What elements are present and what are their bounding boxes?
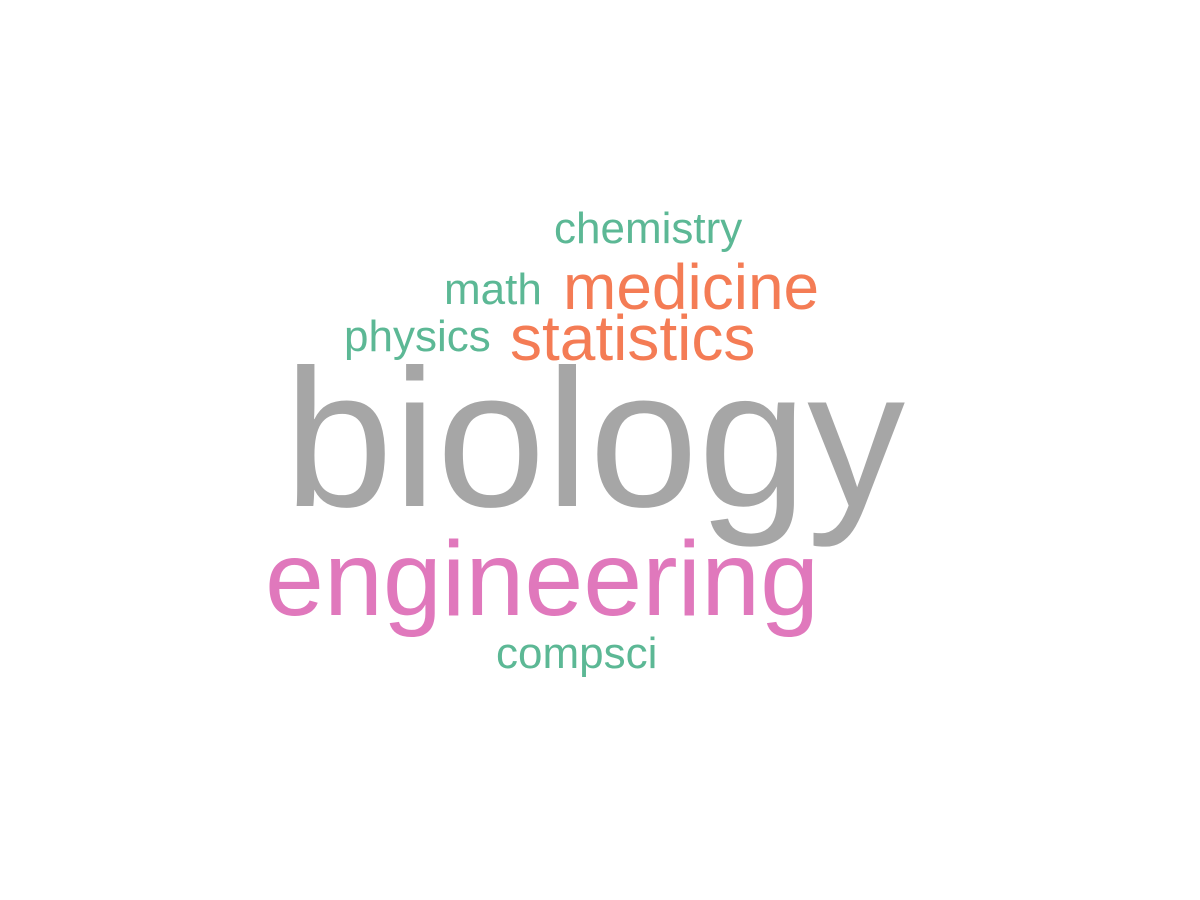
word-physics: physics — [344, 312, 491, 361]
word-cloud: biology engineering medicine statistics … — [0, 0, 1200, 900]
word-chemistry: chemistry — [554, 204, 743, 253]
word-engineering: engineering — [265, 520, 820, 638]
word-compsci: compsci — [496, 629, 658, 678]
word-math: math — [444, 265, 542, 314]
word-statistics: statistics — [510, 302, 756, 374]
